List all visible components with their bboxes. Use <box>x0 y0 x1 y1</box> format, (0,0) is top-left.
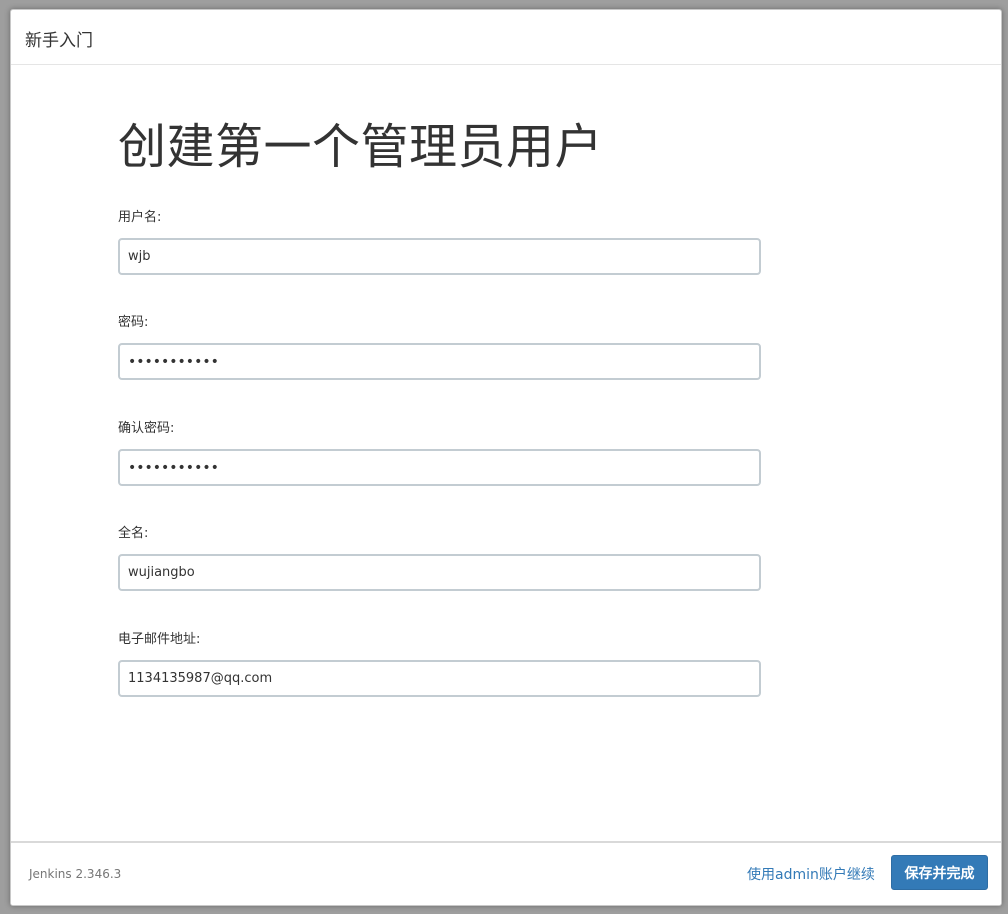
confirm-password-label: 确认密码: <box>118 421 175 436</box>
version-label: Jenkins 2.346.3 <box>29 867 122 881</box>
password-label: 密码: <box>118 315 149 330</box>
fullname-input[interactable] <box>118 554 761 591</box>
email-label: 电子邮件地址: <box>118 632 201 647</box>
dialog-header: 新手入门 <box>11 10 1001 65</box>
dialog-footer: Jenkins 2.346.3 使用admin账户继续 保存并完成 <box>11 841 1001 905</box>
continue-as-admin-link[interactable]: 使用admin账户继续 <box>747 864 875 884</box>
save-and-finish-button[interactable]: 保存并完成 <box>891 855 988 890</box>
dialog-body: 创建第一个管理员用户 用户名: 密码: 确认密码: 全名: 电子邮件地址: <box>11 65 1001 840</box>
confirm-password-input[interactable] <box>118 449 761 486</box>
setup-wizard-dialog: 新手入门 创建第一个管理员用户 用户名: 密码: 确认密码: 全名: 电子邮件地… <box>10 9 1002 906</box>
username-input[interactable] <box>118 238 761 275</box>
page-title: 创建第一个管理员用户 <box>118 119 604 175</box>
email-input[interactable] <box>118 660 761 697</box>
dialog-title: 新手入门 <box>25 31 93 51</box>
password-input[interactable] <box>118 343 761 380</box>
fullname-label: 全名: <box>118 526 149 541</box>
username-label: 用户名: <box>118 210 162 225</box>
